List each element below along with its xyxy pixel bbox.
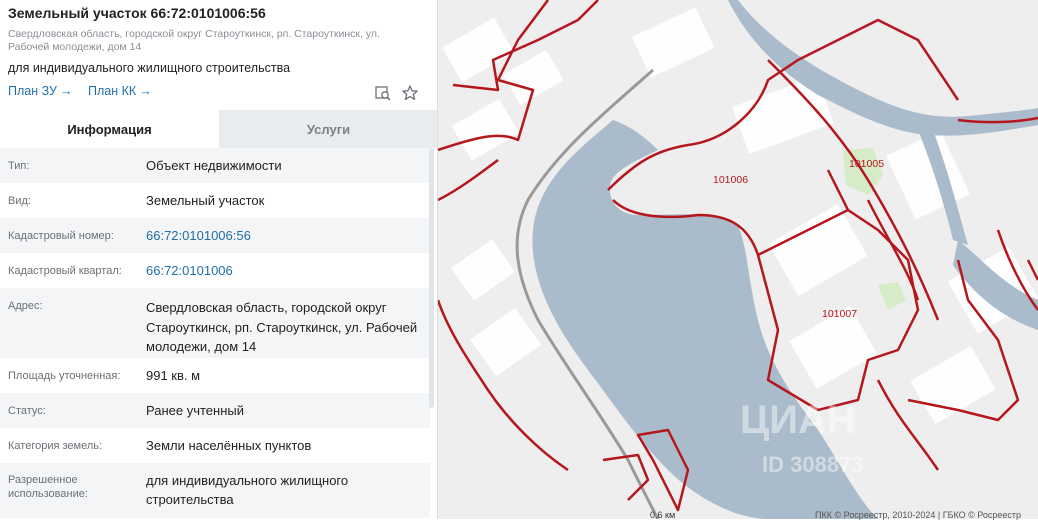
- row-land-category: Категория земель: Земли населённых пункт…: [0, 428, 430, 463]
- permitted-use-label: Разрешенное использование:: [8, 474, 88, 500]
- cadastral-quarter-label: Кадастровый квартал:: [8, 265, 122, 277]
- type-value: Объект недвижимости: [146, 158, 282, 173]
- land-category-value: Земли населённых пунктов: [146, 438, 312, 453]
- tab-information[interactable]: Информация: [0, 110, 219, 148]
- cadastral-number-label: Кадастровый номер:: [8, 230, 114, 242]
- row-cadastral-number: Кадастровый номер: 66:72:0101006:56: [0, 218, 430, 253]
- row-address: Адрес: Свердловская область, городской о…: [0, 288, 430, 358]
- cadastral-quarter-link[interactable]: 66:72:0101006: [146, 253, 430, 288]
- plan-kk-link[interactable]: План КК →: [88, 84, 152, 98]
- type-label: Тип:: [8, 160, 30, 172]
- address-subtitle: Свердловская область, городской округ Ст…: [8, 28, 380, 53]
- row-area: Площадь уточненная: 991 кв. м: [0, 358, 430, 393]
- search-map-icon[interactable]: [374, 84, 392, 102]
- watermark-id: ID 308873: [762, 452, 864, 477]
- purpose-text: для индивидуального жилищного строительс…: [8, 61, 291, 75]
- tab-bar: Информация Услуги: [0, 110, 437, 148]
- row-status: Статус: Ранее учтенный: [0, 393, 430, 428]
- status-label: Статус:: [8, 405, 46, 417]
- status-value: Ранее учтенный: [146, 403, 244, 418]
- plan-kk-label: План КК: [88, 84, 137, 98]
- info-panel: Земельный участок 66:72:0101006:56 Сверд…: [0, 0, 438, 519]
- map-label-101005: 101005: [849, 158, 885, 170]
- cadastral-number-link[interactable]: 66:72:0101006:56: [146, 218, 430, 253]
- map-view[interactable]: 101006 101005 101007: [438, 0, 1038, 519]
- plan-zu-link[interactable]: План ЗУ →: [8, 84, 72, 98]
- map-label-101006: 101006: [713, 174, 749, 186]
- address-value: Свердловская область, городской округ Ст…: [146, 300, 418, 354]
- watermark-logo: ЦИАН: [740, 398, 856, 442]
- plan-zu-label: План ЗУ: [8, 84, 57, 98]
- page-title: Земельный участок 66:72:0101006:56: [8, 5, 266, 21]
- row-type: Тип: Объект недвижимости: [0, 148, 430, 183]
- kind-value: Земельный участок: [146, 193, 265, 208]
- area-value: 991 кв. м: [146, 368, 201, 383]
- scrollbar[interactable]: [429, 148, 434, 408]
- row-cadastral-quarter: Кадастровый квартал: 66:72:0101006: [0, 253, 430, 288]
- map-canvas: [438, 0, 1038, 519]
- address-label: Адрес:: [8, 300, 43, 312]
- permitted-use-value: для индивидуального жилищного строительс…: [146, 473, 349, 507]
- arrow-right-icon: →: [139, 84, 152, 98]
- tab-services[interactable]: Услуги: [219, 110, 437, 148]
- area-label: Площадь уточненная:: [8, 370, 121, 382]
- row-kind: Вид: Земельный участок: [0, 183, 430, 218]
- map-label-101007: 101007: [822, 308, 858, 320]
- row-permitted-use: Разрешенное использование: для индивидуа…: [0, 463, 430, 518]
- info-table: Тип: Объект недвижимости Вид: Земельный …: [0, 148, 430, 518]
- land-category-label: Категория земель:: [8, 440, 103, 452]
- arrow-right-icon: →: [59, 84, 73, 98]
- star-icon[interactable]: [401, 84, 419, 102]
- kind-label: Вид:: [8, 195, 31, 207]
